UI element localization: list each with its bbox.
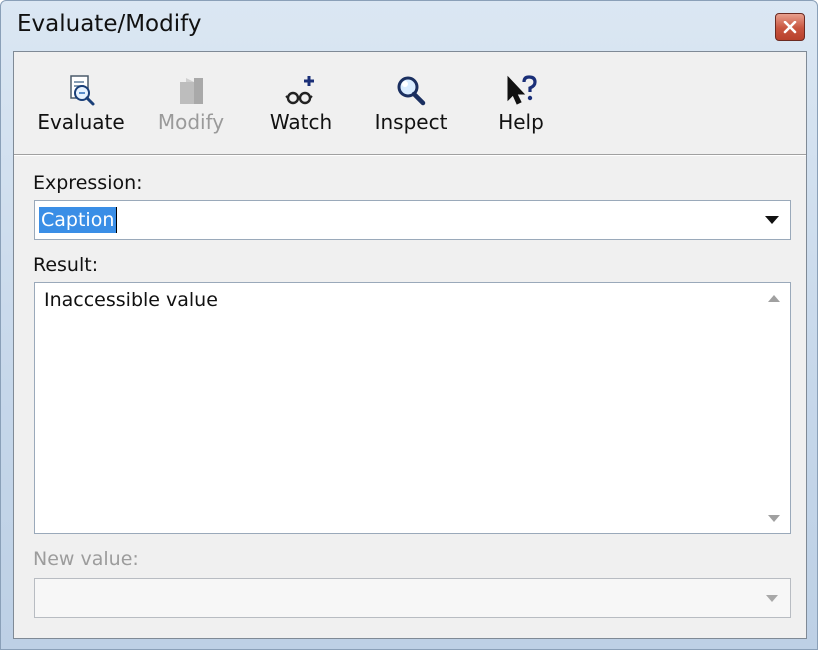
modify-button[interactable]: Modify <box>141 52 241 152</box>
text-caret <box>116 207 117 233</box>
new-value-combobox[interactable] <box>34 578 791 618</box>
inspect-button[interactable]: Inspect <box>361 52 461 152</box>
help-icon <box>507 75 537 105</box>
modify-label: Modify <box>157 110 225 134</box>
scroll-track[interactable] <box>758 313 790 503</box>
chevron-down-icon <box>766 594 778 602</box>
evaluate-label: Evaluate <box>37 110 125 134</box>
watch-icon <box>285 76 314 105</box>
inspect-icon <box>397 76 426 106</box>
title-bar[interactable]: Evaluate/Modify <box>1 1 817 51</box>
expression-combobox[interactable]: Caption <box>34 200 791 240</box>
scroll-down-button[interactable] <box>758 503 790 533</box>
result-text: Inaccessible value <box>44 289 218 311</box>
watch-label: Watch <box>269 110 333 134</box>
evaluate-modify-window: Evaluate/Modify Evaluate Modify Watch In… <box>0 0 818 650</box>
evaluate-icon <box>70 75 95 106</box>
scroll-up-button[interactable] <box>758 283 790 313</box>
expression-label: Expression: <box>33 172 143 194</box>
new-value-dropdown-button[interactable] <box>760 579 784 617</box>
result-label: Result: <box>33 254 99 276</box>
inspect-label: Inspect <box>374 110 448 134</box>
result-scrollbar[interactable] <box>758 283 790 533</box>
window-title: Evaluate/Modify <box>17 11 202 37</box>
help-label: Help <box>498 110 544 134</box>
result-textarea[interactable]: Inaccessible value <box>34 282 791 534</box>
dialog-client-area: Evaluate Modify Watch Inspect Help Expre… <box>13 51 807 639</box>
evaluate-button[interactable]: Evaluate <box>31 52 131 152</box>
expression-dropdown-button[interactable] <box>760 201 784 239</box>
arrow-up-icon <box>768 294 780 302</box>
help-button[interactable]: Help <box>471 52 571 152</box>
new-value-label: New value: <box>33 548 139 570</box>
chevron-down-icon <box>765 216 779 224</box>
watch-button[interactable]: Watch <box>251 52 351 152</box>
expression-input[interactable]: Caption <box>39 207 117 233</box>
modify-icon <box>180 78 203 104</box>
toolbar: Evaluate Modify Watch Inspect Help <box>14 52 806 155</box>
close-button[interactable] <box>775 13 805 41</box>
close-icon <box>783 20 797 33</box>
arrow-down-icon <box>768 514 780 522</box>
